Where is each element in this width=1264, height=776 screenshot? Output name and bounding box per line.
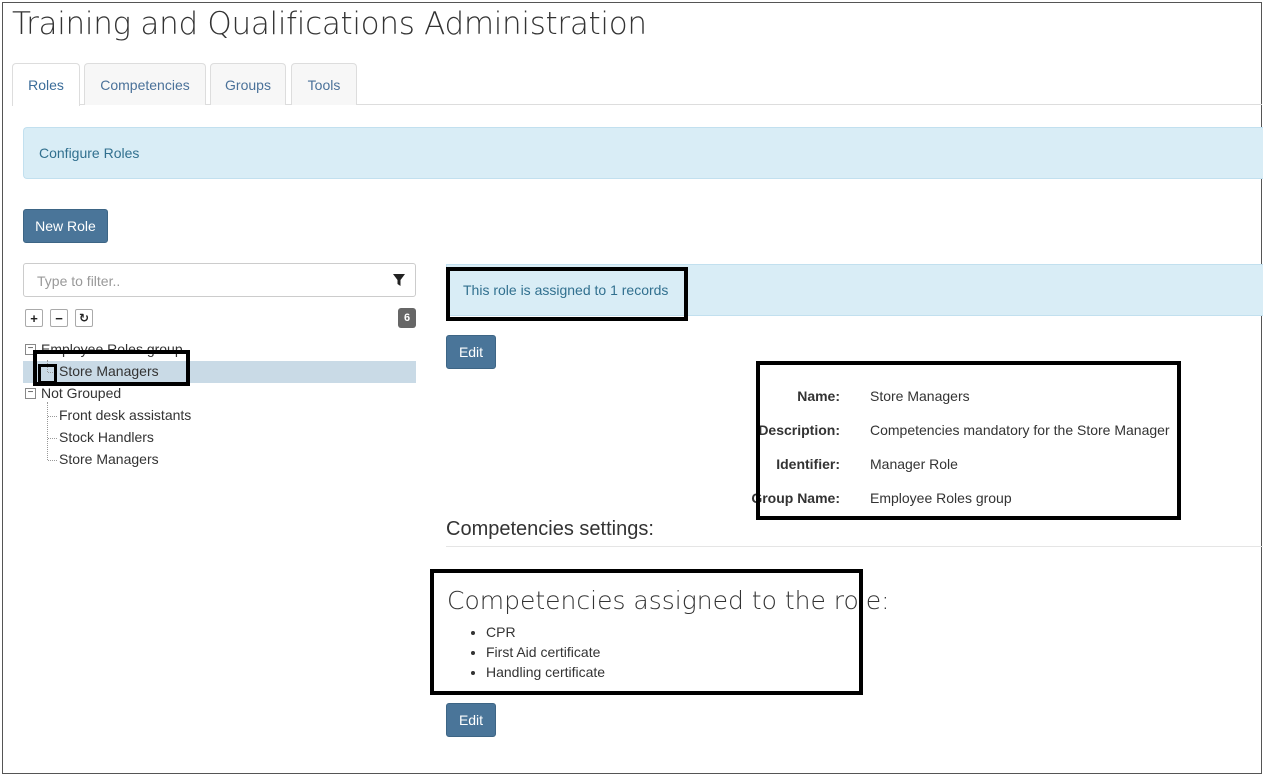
annotation-box bbox=[430, 569, 863, 695]
expand-all-button[interactable]: + bbox=[25, 309, 43, 327]
configure-roles-panel: Configure Roles bbox=[23, 127, 1263, 179]
tab-tools[interactable]: Tools bbox=[291, 63, 357, 105]
tree-connector bbox=[48, 460, 57, 461]
role-count-badge: 6 bbox=[398, 308, 416, 328]
refresh-button[interactable]: ↻ bbox=[75, 309, 93, 327]
annotation-box bbox=[38, 364, 57, 384]
annotation-box bbox=[446, 267, 688, 321]
edit-competencies-button[interactable]: Edit bbox=[446, 703, 496, 737]
filter-input[interactable] bbox=[35, 272, 375, 290]
tab-competencies[interactable]: Competencies bbox=[84, 63, 206, 105]
tab-groups[interactable]: Groups bbox=[210, 63, 286, 105]
tree-group-not-grouped[interactable]: Not Grouped bbox=[41, 385, 121, 401]
tab-roles[interactable]: Roles bbox=[12, 63, 80, 106]
edit-role-button[interactable]: Edit bbox=[446, 335, 496, 369]
tab-bar: Roles Competencies Groups Tools bbox=[12, 63, 1262, 106]
annotation-box bbox=[756, 361, 1181, 520]
tree-item-store-managers[interactable]: Store Managers bbox=[59, 451, 159, 467]
filter-icon[interactable] bbox=[392, 273, 406, 287]
collapse-all-button[interactable]: − bbox=[50, 309, 68, 327]
tree-connector bbox=[48, 438, 57, 439]
new-role-button[interactable]: New Role bbox=[23, 209, 108, 243]
filter-box bbox=[23, 263, 416, 297]
section-divider bbox=[446, 546, 1263, 547]
tree-connector bbox=[47, 402, 48, 460]
page-title: Training and Qualifications Administrati… bbox=[12, 6, 647, 42]
competencies-settings-title: Competencies settings: bbox=[446, 518, 654, 540]
tree-connector bbox=[48, 416, 57, 417]
group-collapse-toggle[interactable]: − bbox=[25, 388, 36, 399]
tree-item-stock-handlers[interactable]: Stock Handlers bbox=[59, 429, 154, 445]
tree-item-front-desk-assistants[interactable]: Front desk assistants bbox=[59, 407, 191, 423]
